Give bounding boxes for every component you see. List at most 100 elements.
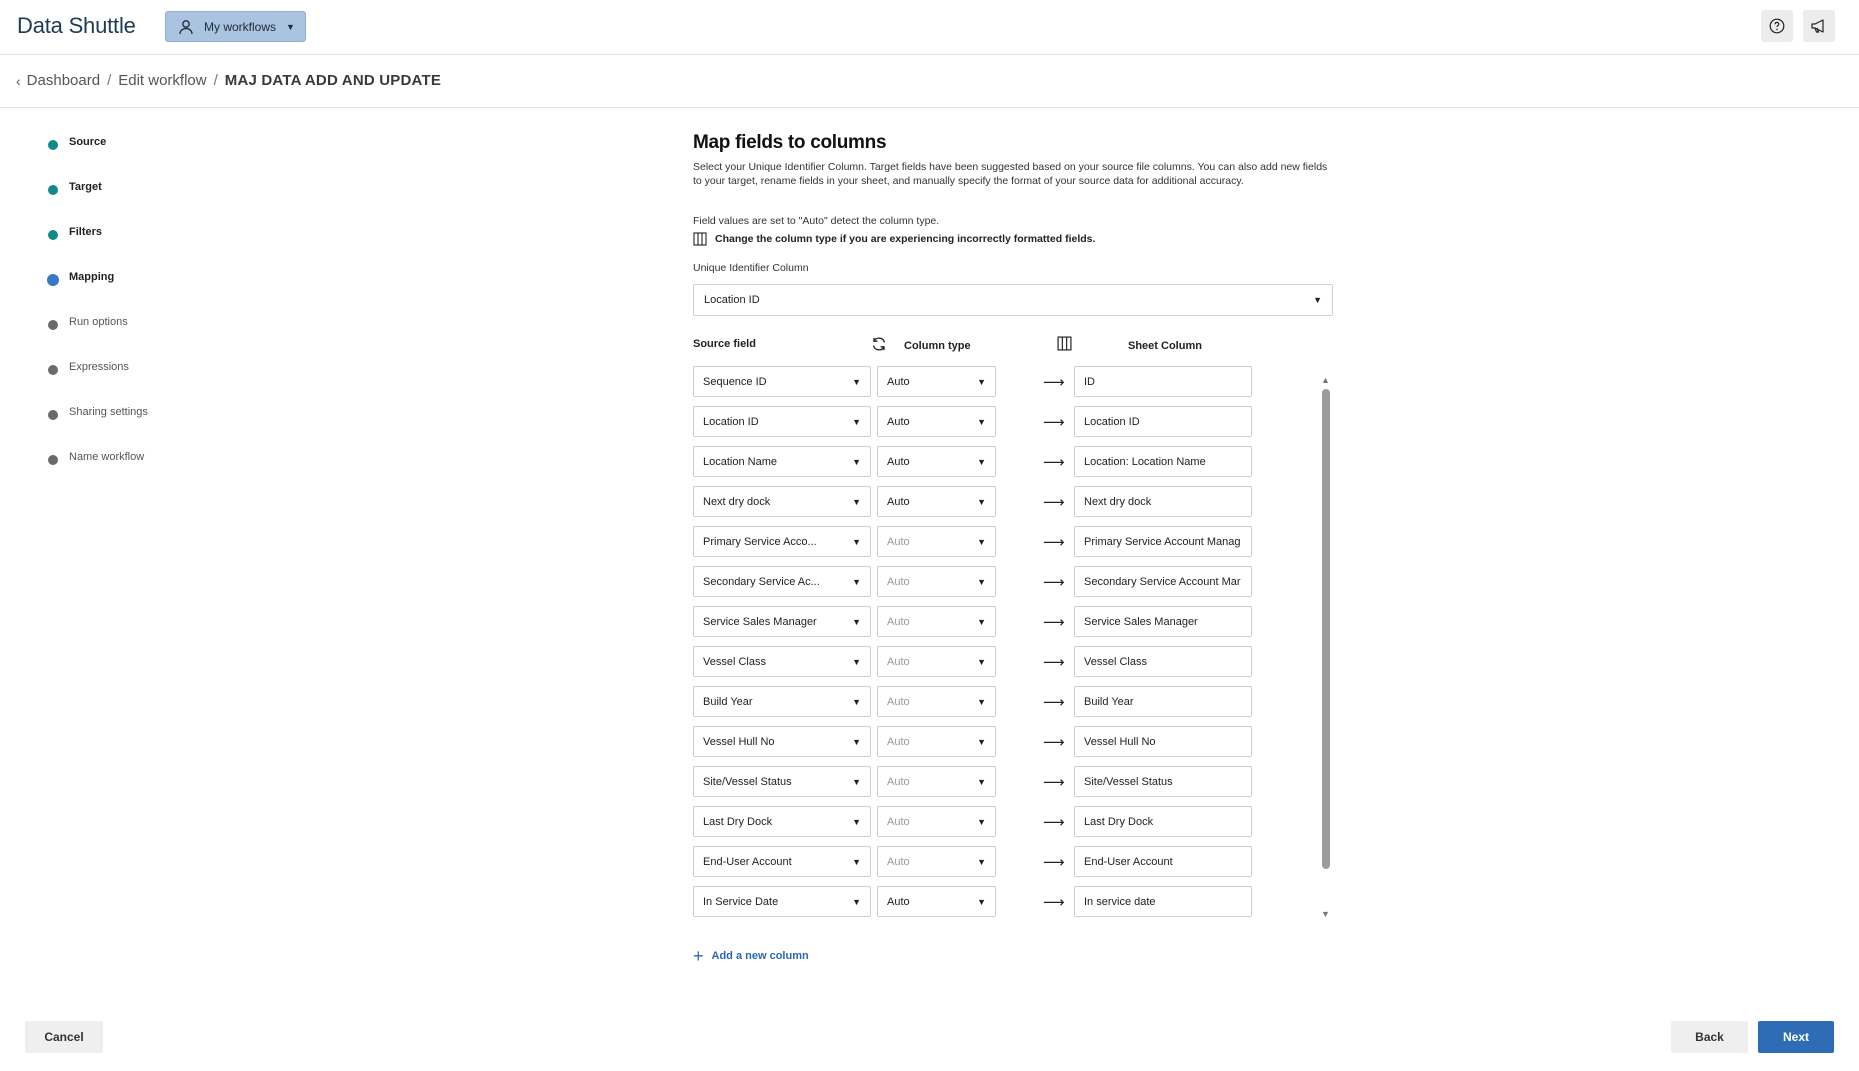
arrow-right-icon: ⟶ [1043,614,1065,631]
cancel-button[interactable]: Cancel [25,1021,103,1053]
step-label: Mapping [69,271,115,283]
sheet-column-input[interactable]: Build Year [1074,686,1252,717]
arrow-right-icon: ⟶ [1043,814,1065,831]
column-type-value: Auto [887,775,910,788]
step-mapping[interactable]: Mapping [47,271,148,316]
sheet-column-input[interactable]: Service Sales Manager [1074,606,1252,637]
source-field-select[interactable]: Next dry dock ▼ [693,486,871,517]
mapping-row: Secondary Service Ac... ▼ Auto ▼ ⟶ Secondary … [693,566,1253,597]
add-column-button[interactable]: + Add a new column [693,946,809,966]
back-button[interactable]: Back [1671,1021,1748,1053]
column-type-select[interactable]: Auto ▼ [877,886,996,917]
source-field-value: End-User Account [703,855,792,868]
source-field-select[interactable]: Vessel Class ▼ [693,646,871,677]
scroll-down-icon[interactable]: ▼ [1321,909,1330,919]
source-field-select[interactable]: Location ID ▼ [693,406,871,437]
scrollbar-thumb[interactable] [1322,389,1330,869]
source-field-value: Secondary Service Ac... [703,575,820,588]
column-type-select[interactable]: Auto ▼ [877,646,996,677]
chevron-down-icon: ▼ [977,416,986,427]
announcements-button[interactable] [1803,10,1835,42]
change-type-note: Change the column type if you are experi… [693,232,1095,246]
sheet-column-input[interactable]: Vessel Class [1074,646,1252,677]
source-field-select[interactable]: Primary Service Acco... ▼ [693,526,871,557]
sheet-column-input[interactable]: In service date [1074,886,1252,917]
column-type-select[interactable]: Auto ▼ [877,846,996,877]
sheet-column-value: In service date [1084,895,1156,908]
source-field-select[interactable]: Build Year ▼ [693,686,871,717]
source-field-select[interactable]: End-User Account ▼ [693,846,871,877]
step-label: Source [69,136,107,148]
scroll-up-icon[interactable]: ▲ [1321,375,1330,385]
chevron-down-icon: ▼ [977,896,986,907]
step-filters[interactable]: Filters [48,226,148,271]
plus-icon: + [693,946,704,966]
source-field-select[interactable]: Sequence ID ▼ [693,366,871,397]
mapping-scrollbar[interactable]: ▲ ▼ [1320,375,1332,920]
source-field-value: Next dry dock [703,495,771,508]
column-type-select[interactable]: Auto ▼ [877,566,996,597]
sheet-column-input[interactable]: Location ID [1074,406,1252,437]
sheet-column-input[interactable]: Last Dry Dock [1074,806,1252,837]
change-type-text: Change the column type if you are experi… [715,233,1096,245]
arrow-right-icon: ⟶ [1043,654,1065,671]
chevron-down-icon: ▼ [1313,295,1322,305]
source-field-select[interactable]: Secondary Service Ac... ▼ [693,566,871,597]
step-expressions[interactable]: Expressions [48,361,148,406]
sheet-column-input[interactable]: Site/Vessel Status [1074,766,1252,797]
source-field-select[interactable]: Service Sales Manager ▼ [693,606,871,637]
mapping-row: Sequence ID ▼ Auto ▼ ⟶ ID [693,366,1253,397]
sheet-column-input[interactable]: Next dry dock [1074,486,1252,517]
arrow-right-icon: ⟶ [1043,694,1065,711]
sheet-column-input[interactable]: Vessel Hull No [1074,726,1252,757]
breadcrumb-dashboard[interactable]: Dashboard [27,72,100,89]
arrow-right-icon: ⟶ [1043,854,1065,871]
column-type-select[interactable]: Auto ▼ [877,366,996,397]
my-workflows-label: My workflows [204,19,277,34]
help-button[interactable] [1761,10,1793,42]
column-type-select[interactable]: Auto ▼ [877,406,996,437]
chevron-left-icon[interactable]: ‹ [16,73,21,89]
column-type-select[interactable]: Auto ▼ [877,726,996,757]
sheet-column-value: Site/Vessel Status [1084,775,1173,788]
source-field-select[interactable]: In Service Date ▼ [693,886,871,917]
step-label: Target [69,181,102,193]
arrow-right-icon: ⟶ [1043,534,1065,551]
source-field-select[interactable]: Site/Vessel Status ▼ [693,766,871,797]
source-field-value: Primary Service Acco... [703,535,817,548]
column-type-select[interactable]: Auto ▼ [877,526,996,557]
column-type-select[interactable]: Auto ▼ [877,486,996,517]
step-sharing-settings[interactable]: Sharing settings [48,406,148,451]
add-column-label: Add a new column [711,950,809,962]
mapping-row: Build Year ▼ Auto ▼ ⟶ Build Year [693,686,1253,717]
step-run-options[interactable]: Run options [48,316,148,361]
arrow-right-icon: ⟶ [1043,574,1065,591]
step-source[interactable]: Source [48,136,148,181]
column-type-select[interactable]: Auto ▼ [877,606,996,637]
source-field-select[interactable]: Location Name ▼ [693,446,871,477]
columns-icon [693,232,707,246]
column-type-select[interactable]: Auto ▼ [877,806,996,837]
step-name-workflow[interactable]: Name workflow [48,451,148,496]
step-target[interactable]: Target [48,181,148,226]
next-button[interactable]: Next [1758,1021,1834,1053]
column-type-select[interactable]: Auto ▼ [877,766,996,797]
uid-select[interactable]: Location ID ▼ [693,284,1333,316]
source-field-select[interactable]: Vessel Hull No ▼ [693,726,871,757]
source-field-select[interactable]: Last Dry Dock ▼ [693,806,871,837]
my-workflows-button[interactable]: My workflows ▼ [165,11,306,42]
sheet-column-input[interactable]: Primary Service Account Manag [1074,526,1252,557]
chevron-down-icon: ▼ [852,656,861,667]
breadcrumb-edit-workflow[interactable]: Edit workflow [118,72,206,89]
sheet-column-value: Service Sales Manager [1084,615,1198,628]
sheet-column-input[interactable]: Location: Location Name [1074,446,1252,477]
mapping-row: Vessel Class ▼ Auto ▼ ⟶ Vessel Class [693,646,1253,677]
mapping-row: End-User Account ▼ Auto ▼ ⟶ End-User Account [693,846,1253,877]
sheet-column-input[interactable]: Secondary Service Account Mar [1074,566,1252,597]
column-type-select[interactable]: Auto ▼ [877,446,996,477]
sheet-column-input[interactable]: ID [1074,366,1252,397]
column-type-select[interactable]: Auto ▼ [877,686,996,717]
sheet-column-input[interactable]: End-User Account [1074,846,1252,877]
step-dot [48,365,58,375]
refresh-icon[interactable] [871,336,887,352]
